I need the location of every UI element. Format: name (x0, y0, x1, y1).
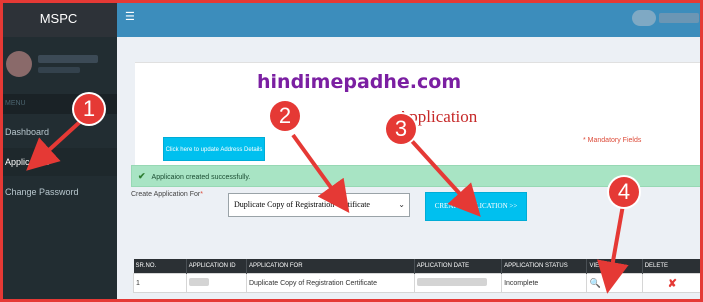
sidebar-username (38, 55, 98, 63)
col-application-status: APPLICATION STATUS (501, 259, 588, 274)
sidebar-user-status (38, 67, 80, 73)
table-header-row: SR.NO. APPLICATION ID APPLICATION FOR AP… (133, 259, 703, 274)
application-panel: hindimepadhe.com Application Click here … (135, 62, 703, 178)
sidebar: MENU Dashboard Application Change Passwo… (0, 37, 117, 302)
annotation-badge-1: 1 (74, 94, 104, 124)
table-row: 1 Duplicate Copy of Registration Certifi… (133, 273, 703, 293)
col-application-id: APPLICATION ID (186, 259, 247, 274)
hamburger-icon[interactable]: ☰ (125, 12, 135, 23)
check-icon: ✔ (138, 171, 146, 181)
mandatory-note: * Mandatory Fields (583, 137, 642, 144)
cell-sr-no: 1 (133, 273, 187, 293)
col-application-for: APPLICATION FOR (246, 259, 415, 274)
create-application-button[interactable]: CREATE APPLICATION >> (425, 192, 527, 221)
cell-delete: ✘ (641, 273, 703, 293)
sidebar-item-application[interactable]: Application (0, 148, 117, 176)
select-value: Duplicate Copy of Registration Certifica… (234, 200, 370, 209)
brand-logo[interactable]: MSPC (0, 0, 117, 37)
applications-table: SR.NO. APPLICATION ID APPLICATION FOR AP… (133, 259, 703, 293)
cell-application-for: Duplicate Copy of Registration Certifica… (245, 273, 415, 293)
col-application-date: APLICATION DATE (414, 259, 503, 274)
alert-text: Applicaion created successfully. (151, 174, 251, 181)
col-view: VIEW (586, 259, 643, 274)
annotation-badge-2: 2 (270, 101, 300, 131)
watermark: hindimepadhe.com (257, 71, 462, 93)
cell-application-id (185, 273, 247, 293)
top-navbar: ☰ (117, 0, 703, 37)
sidebar-avatar (6, 51, 32, 77)
create-application-label: Create Application For* (131, 191, 203, 198)
main-content: hindimepadhe.com Application Click here … (117, 37, 703, 302)
chevron-down-icon: ⌄ (398, 200, 405, 209)
col-delete: DELETE (642, 259, 703, 274)
user-menu[interactable] (659, 13, 699, 23)
delete-x-icon[interactable]: ✘ (668, 278, 677, 290)
magnifier-icon[interactable]: 🔍 (589, 278, 600, 288)
cell-application-date (413, 273, 503, 293)
sidebar-item-dashboard[interactable]: Dashboard (0, 118, 117, 146)
annotation-badge-4: 4 (609, 177, 639, 207)
user-avatar[interactable] (632, 10, 656, 26)
sidebar-item-change-password[interactable]: Change Password (0, 178, 117, 206)
cell-view: 🔍 (586, 273, 643, 293)
col-sr-no: SR.NO. (133, 259, 187, 274)
cell-application-status: Incomplete (501, 273, 588, 293)
annotation-badge-3: 3 (386, 114, 416, 144)
application-type-select[interactable]: Duplicate Copy of Registration Certifica… (228, 193, 410, 217)
update-address-button[interactable]: Click here to update Address Details (163, 137, 265, 161)
